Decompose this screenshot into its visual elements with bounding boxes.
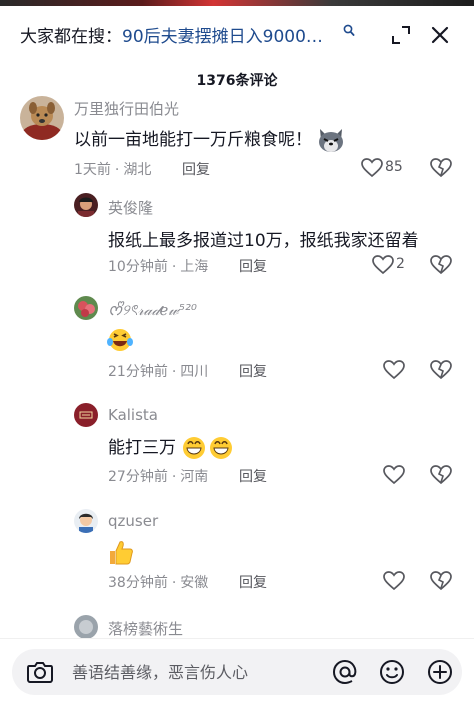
avatar[interactable] (74, 296, 98, 320)
search-suggestion[interactable]: 大家都在搜：90后夫妻摆摊日入9000… (20, 22, 360, 47)
comment-input-box[interactable] (12, 649, 462, 695)
plus-icon[interactable] (425, 657, 455, 687)
broken-heart-icon[interactable] (430, 360, 452, 380)
reply-button[interactable]: 回复 (182, 159, 210, 179)
reply-item: ᰔᩚ୨ৎ𝓇𝒶𝒹ℯ𝓌⁵²⁰ 21分钟前 · 四川 回复 (0, 296, 474, 384)
heart-icon[interactable] (383, 465, 405, 485)
comment-text-content: 以前一亩地能打一万斤粮食呢！ (74, 130, 312, 150)
broken-heart-icon[interactable] (430, 571, 452, 591)
comment-location: 安徽 (180, 575, 209, 591)
broken-heart-icon[interactable] (430, 465, 452, 485)
camera-icon[interactable] (25, 657, 55, 687)
comment-time: 21分钟前 (108, 364, 168, 380)
reply-button[interactable]: 回复 (239, 256, 267, 276)
comment-time: 1天前 (74, 162, 111, 178)
search-query[interactable]: 90后夫妻摆摊日入9000… (122, 27, 323, 47)
avatar[interactable] (74, 403, 98, 427)
comment-meta: 10分钟前 · 上海 (108, 259, 209, 275)
comment-time: 38分钟前 (108, 575, 168, 591)
comment-meta: 38分钟前 · 安徽 (108, 575, 209, 591)
reply-item: 落榜藝術生 (0, 615, 474, 638)
comment-item: 万里独行田伯光 以前一亩地能打一万斤粮食呢！ 1天前 · 湖北 回复 85 (0, 96, 474, 186)
comment-location: 四川 (180, 364, 209, 380)
comment-location: 湖北 (123, 162, 152, 178)
thumbs-up-emoji-icon (110, 541, 133, 565)
comment-text-content: 能打三万 (108, 438, 176, 458)
reply-item: Kalista 能打三万 27分钟前 · 河南 回复 (0, 403, 474, 491)
comment-meta: 1天前 · 湖北 (74, 162, 152, 178)
comment-location: 上海 (180, 259, 209, 275)
reply-button[interactable]: 回复 (239, 572, 267, 592)
comment-meta: 21分钟前 · 四川 (108, 364, 209, 380)
comment-username[interactable]: ᰔᩚ୨ৎ𝓇𝒶𝒹ℯ𝓌⁵²⁰ (108, 299, 197, 324)
comment-count: 1376条评论 (196, 73, 278, 89)
comment-time: 27分钟前 (108, 469, 168, 485)
comment-username[interactable]: 落榜藝術生 (108, 618, 183, 638)
like-count: 85 (385, 159, 403, 175)
smiley-icon[interactable] (377, 657, 407, 687)
like-count: 2 (396, 256, 405, 272)
search-prefix: 大家都在搜： (20, 27, 122, 47)
comment-location: 河南 (180, 469, 209, 485)
comment-text: 以前一亩地能打一万斤粮食呢！ (74, 125, 345, 153)
reply-item: 英俊隆 报纸上最多报道过10万，报纸我家还留着 10分钟前 · 上海 回复 2 (0, 193, 474, 277)
broken-heart-icon[interactable] (430, 255, 452, 275)
reply-item: qzuser 38分钟前 · 安徽 回复 (0, 509, 474, 597)
close-icon[interactable] (429, 24, 451, 46)
heart-icon[interactable] (383, 360, 405, 380)
comment-time: 10分钟前 (108, 259, 168, 275)
avatar[interactable] (74, 509, 98, 533)
heart-icon[interactable] (361, 158, 383, 178)
comment-username[interactable]: qzuser (108, 512, 158, 530)
wolf-face-sticker-icon (319, 129, 344, 152)
comment-username[interactable]: 英俊隆 (108, 197, 153, 218)
avatar[interactable] (74, 615, 98, 638)
reply-button[interactable]: 回复 (239, 361, 267, 381)
avatar[interactable] (74, 193, 98, 217)
comment-text (106, 538, 134, 566)
comment-username[interactable]: 万里独行田伯光 (74, 98, 179, 119)
comment-text: 能打三万 (108, 433, 235, 461)
heart-icon[interactable] (383, 571, 405, 591)
search-icon[interactable] (343, 24, 355, 38)
search-suggestion-bar[interactable]: 大家都在搜：90后夫妻摆摊日入9000… (0, 6, 474, 56)
comment-meta: 27分钟前 · 河南 (108, 469, 209, 485)
comment-text: 报纸上最多报道过10万，报纸我家还留着 (108, 231, 419, 251)
avatar[interactable] (20, 96, 64, 140)
reply-button[interactable]: 回复 (239, 466, 267, 486)
grinning-emoji-icon (183, 437, 233, 459)
comment-input-bar (0, 638, 474, 704)
broken-heart-icon[interactable] (430, 158, 452, 178)
comment-username[interactable]: Kalista (108, 406, 158, 424)
at-icon[interactable] (330, 657, 360, 687)
laughing-tears-emoji-icon (107, 329, 133, 351)
heart-icon[interactable] (372, 255, 394, 275)
comment-input[interactable] (72, 659, 282, 685)
collapse-icon[interactable] (390, 24, 412, 46)
comment-text (106, 327, 134, 353)
